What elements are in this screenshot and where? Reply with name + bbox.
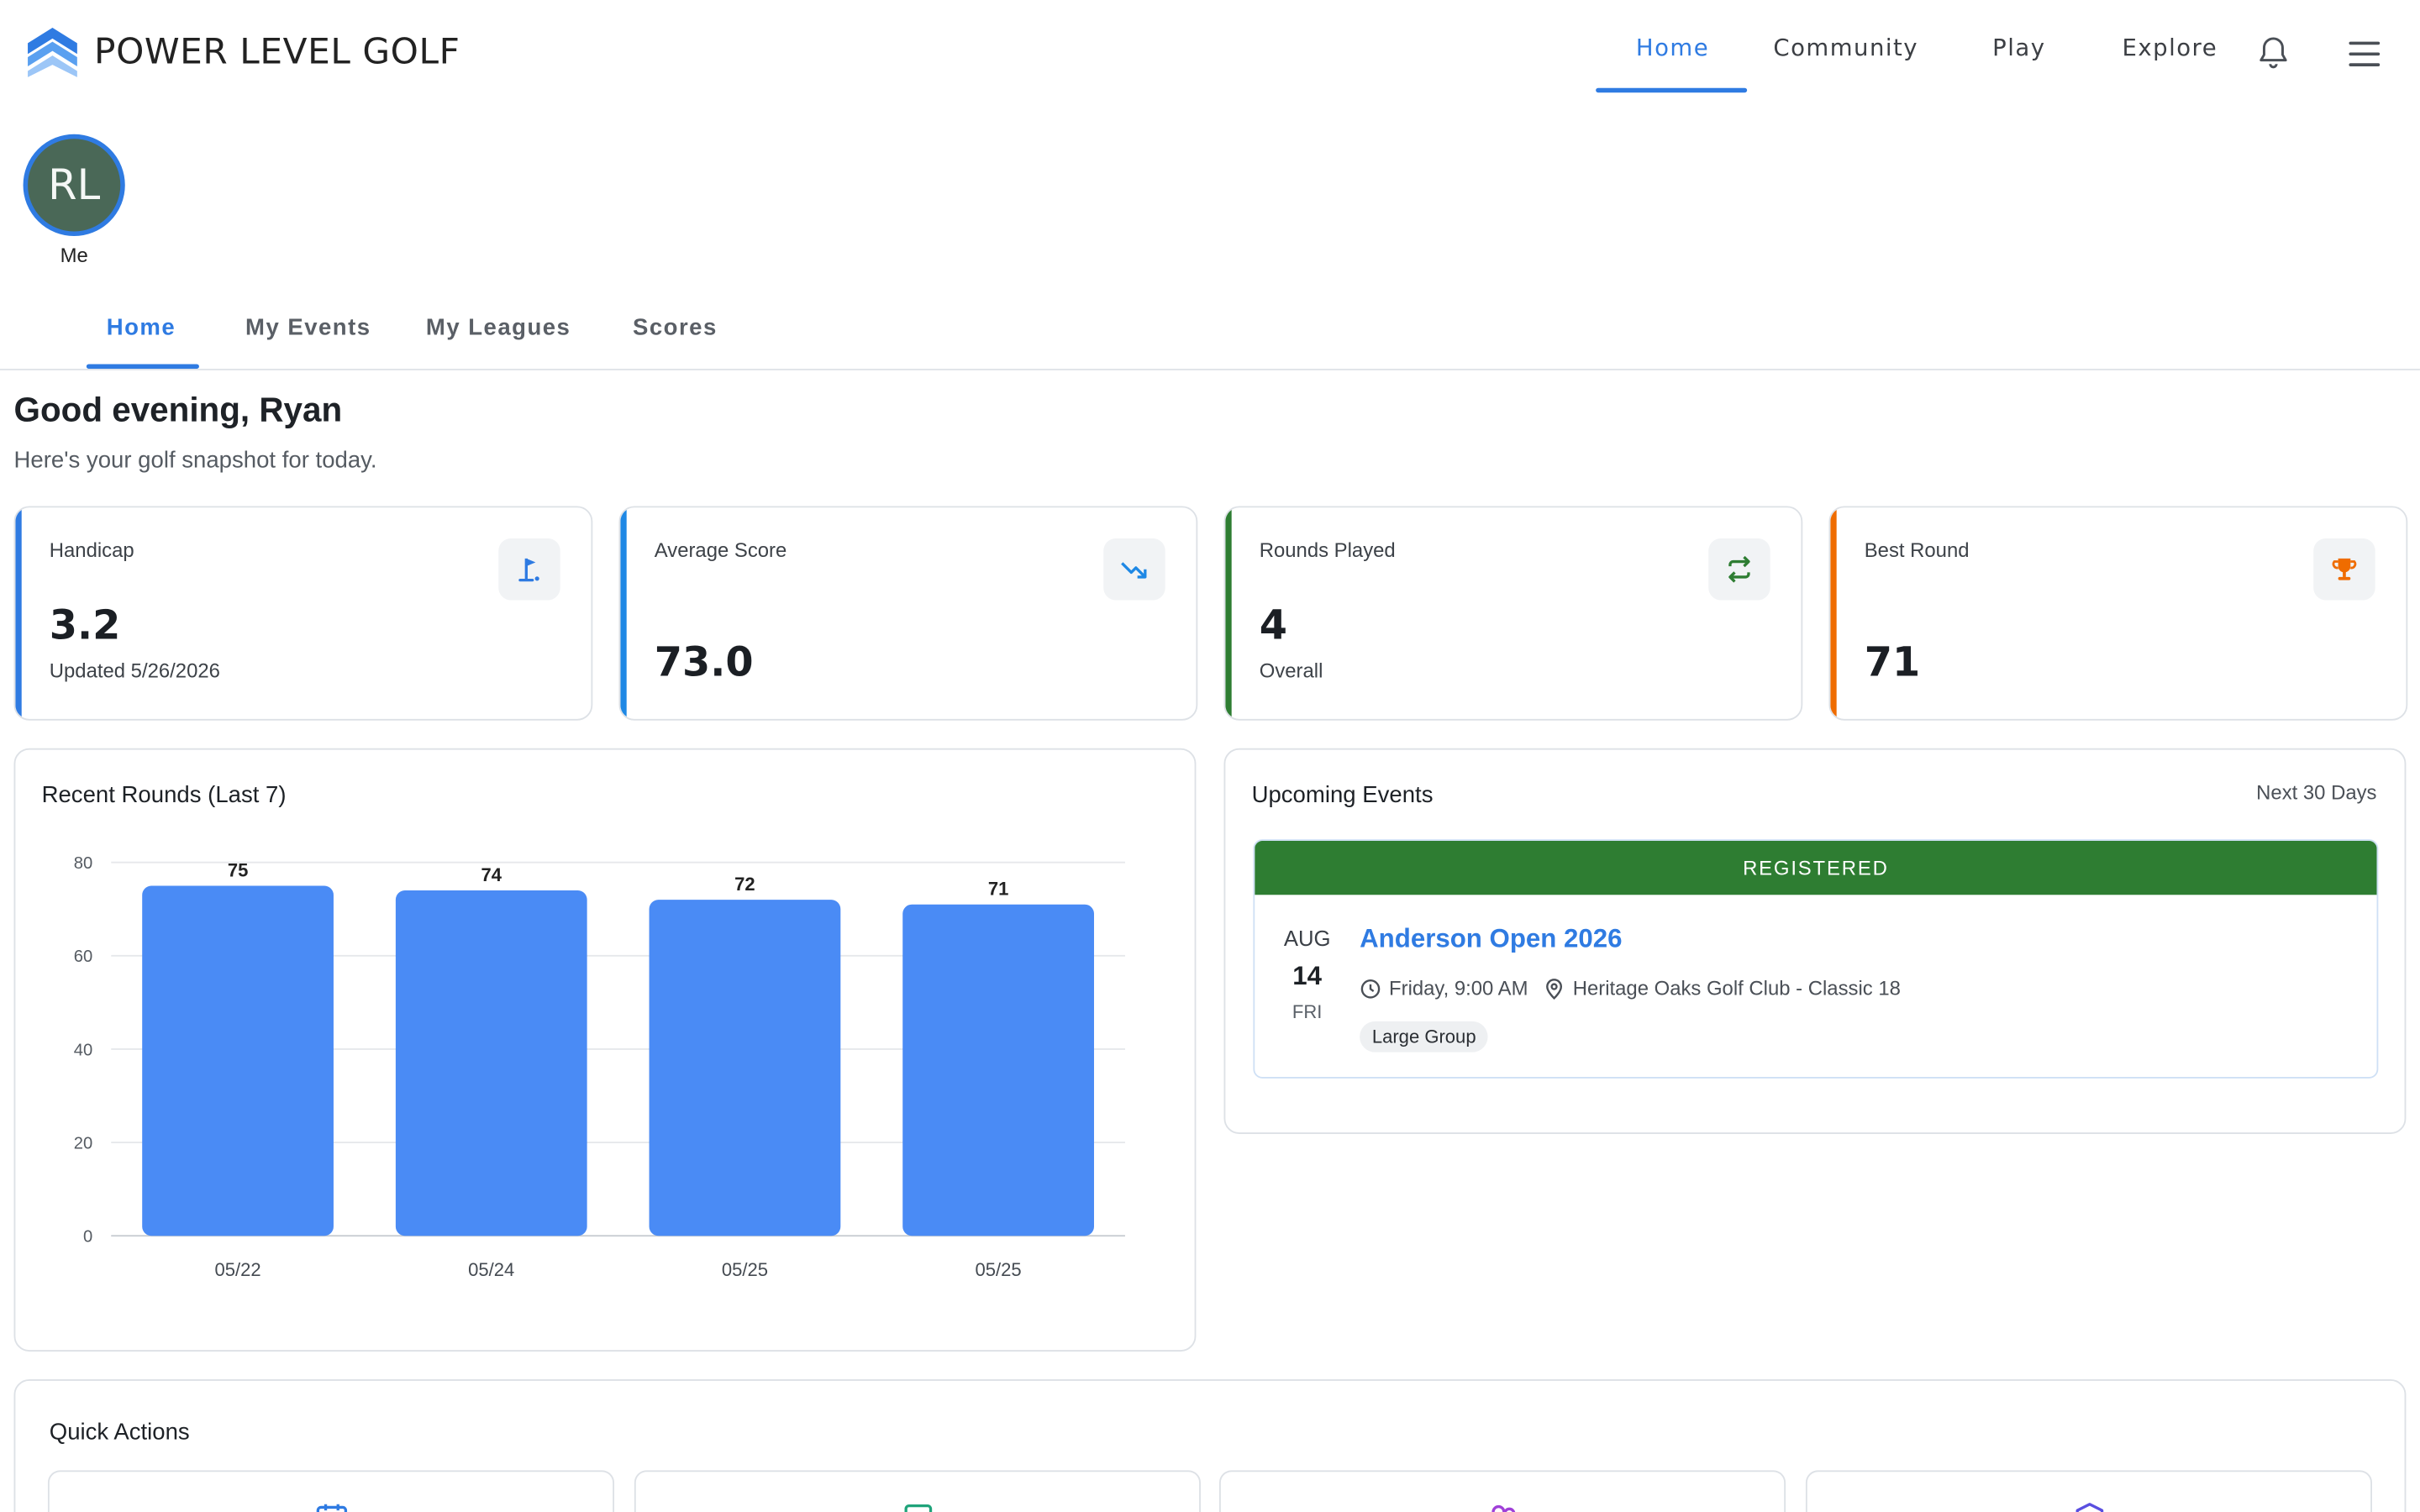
chart-bar — [649, 900, 841, 1236]
nav-community[interactable]: Community — [1773, 34, 1918, 61]
event-tag: Large Group — [1360, 1021, 1489, 1053]
stat-label: Rounds Played — [1259, 538, 1396, 562]
recent-rounds-chart: 0 20 40 60 80 75 05/22 74 05/24 72 05/25 71 05/25 — [74, 854, 1125, 1280]
calendar-icon — [316, 1504, 348, 1512]
event-meta: Friday, 9:00 AM Heritage Oaks Golf Club … — [1360, 977, 1901, 1000]
app-name: POWER LEVEL GOLF — [94, 32, 460, 73]
events-range-label: Next 30 Days — [2256, 780, 2377, 804]
trending-down-icon — [1121, 562, 1147, 579]
avatar-label: Me — [60, 244, 88, 267]
tabs-divider — [0, 368, 2420, 370]
chart-bar — [395, 890, 587, 1236]
stat-note: Updated 5/26/2026 — [49, 659, 220, 682]
tablet-icon — [904, 1504, 933, 1512]
quick-action-calendar[interactable] — [47, 1470, 615, 1512]
avatar[interactable]: RL — [23, 134, 125, 237]
stat-note: Overall — [1259, 659, 1323, 682]
trophy-icon — [2332, 558, 2357, 580]
logo-chevrons-icon — [28, 28, 77, 77]
chart-data-label: 72 — [734, 874, 755, 895]
event-status-banner: REGISTERED — [1255, 841, 2377, 895]
stat-label: Handicap — [49, 538, 134, 562]
stat-card-rounds-played: Rounds Played 4 Overall — [1223, 506, 1803, 721]
stat-accent — [1225, 507, 1232, 719]
chart-y-tick-label: 60 — [74, 948, 92, 966]
event-day: 14 — [1292, 961, 1323, 991]
page-subtitle: Here's your golf snapshot for today. — [13, 447, 377, 474]
upcoming-events-title: Upcoming Events — [1251, 782, 1434, 809]
chart-bar — [142, 885, 334, 1236]
stat-value: 4 — [1259, 603, 1287, 650]
people-icon — [1491, 1504, 1516, 1512]
quick-action-leagues[interactable] — [1805, 1470, 2373, 1512]
stat-value: 3.2 — [49, 603, 121, 650]
chart-x-tick-label: 05/25 — [976, 1259, 1022, 1280]
chart-x-tick-label: 05/24 — [468, 1259, 514, 1280]
stat-card-handicap: Handicap 3.2 Updated 5/26/2026 — [13, 506, 593, 721]
stat-accent — [15, 507, 22, 719]
nav-explore[interactable]: Explore — [2122, 34, 2217, 61]
stat-label: Best Round — [1864, 538, 1970, 562]
clock-icon — [1360, 979, 1381, 998]
stat-card-average-score: Average Score 73.0 — [618, 506, 1198, 721]
chart-y-tick-label: 20 — [74, 1134, 92, 1152]
quick-action-scorecard[interactable] — [634, 1470, 1201, 1512]
nav-play[interactable]: Play — [1992, 34, 2045, 61]
app-logo[interactable]: POWER LEVEL GOLF — [24, 24, 460, 80]
event-venue: Heritage Oaks Golf Club - Classic 18 — [1572, 976, 1901, 1000]
repeat-icon — [1728, 555, 1750, 583]
quick-action-players[interactable] — [1218, 1470, 1786, 1512]
stat-icon-box — [1103, 538, 1165, 601]
stat-icon-box — [1708, 538, 1770, 601]
tab-home[interactable]: Home — [107, 315, 176, 341]
nav-home[interactable]: Home — [1636, 34, 1709, 61]
tab-scores[interactable]: Scores — [633, 315, 718, 341]
stat-label: Average Score — [654, 538, 787, 562]
stat-icon-box — [498, 538, 560, 601]
stat-accent — [1830, 507, 1837, 719]
upcoming-events-panel: Upcoming Events Next 30 Days REGISTERED … — [1223, 748, 2407, 1134]
chart-y-tick-label: 80 — [74, 854, 92, 873]
chart-data-label: 74 — [481, 864, 502, 885]
chart-data-label: 75 — [228, 859, 249, 880]
golf-flag-icon — [518, 558, 539, 582]
chart-x-tick-label: 05/25 — [722, 1259, 768, 1280]
bell-icon[interactable] — [2254, 34, 2291, 71]
page-title: Good evening, Ryan — [13, 390, 343, 429]
stat-accent — [620, 507, 627, 719]
location-pin-icon — [1546, 978, 1563, 1000]
quick-actions-title: Quick Actions — [49, 1419, 190, 1446]
chart-x-tick-label: 05/22 — [215, 1259, 261, 1280]
tab-my-leagues[interactable]: My Leagues — [426, 315, 571, 341]
stat-card-best-round: Best Round 71 — [1828, 506, 2408, 721]
chart-y-tick-label: 40 — [74, 1041, 92, 1059]
event-title-link[interactable]: Anderson Open 2026 — [1360, 924, 1622, 955]
shield-icon — [2075, 1503, 2104, 1512]
chart-y-tick-label: 0 — [83, 1228, 92, 1247]
event-weekday: FRI — [1292, 1001, 1323, 1023]
event-time: Friday, 9:00 AM — [1389, 976, 1528, 1000]
hamburger-menu-icon[interactable] — [2346, 37, 2383, 71]
top-bar: POWER LEVEL GOLF Home Community Play Exp… — [0, 0, 2420, 105]
tab-my-events[interactable]: My Events — [245, 315, 371, 341]
nav-active-indicator — [1596, 87, 1748, 93]
recent-rounds-panel: Recent Rounds (Last 7) 0 20 40 60 80 75 05/22 7… — [13, 748, 1197, 1352]
chart-data-label: 71 — [988, 879, 1009, 900]
chart-bar — [902, 904, 1094, 1236]
stat-value: 73.0 — [654, 640, 754, 687]
event-card[interactable]: REGISTERED AUG 14 FRI Anderson Open 2026… — [1253, 839, 2379, 1079]
event-month: AUG — [1283, 926, 1331, 951]
stat-icon-box — [2313, 538, 2375, 601]
stat-value: 71 — [1864, 640, 1921, 687]
